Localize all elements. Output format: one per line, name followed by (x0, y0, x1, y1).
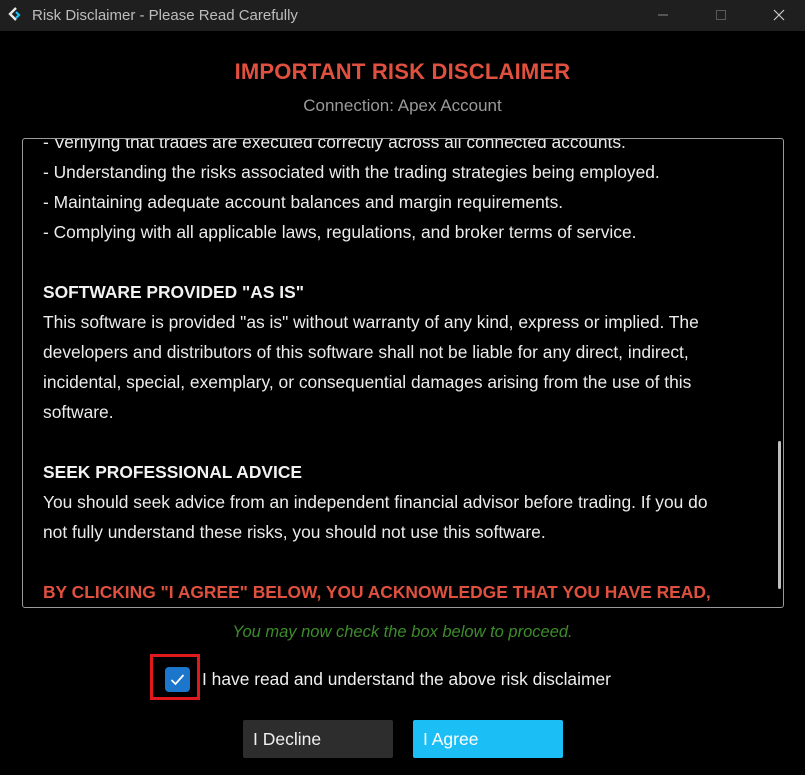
close-button[interactable] (756, 0, 802, 31)
maximize-icon (716, 10, 726, 20)
software-as-is-text: software. (43, 402, 114, 422)
agree-checkbox[interactable] (165, 667, 190, 692)
software-as-is-text: developers and distributors of this soft… (43, 342, 689, 362)
maximize-button[interactable] (698, 0, 744, 31)
disclaimer-heading: IMPORTANT RISK DISCLAIMER (234, 59, 571, 84)
agree-checkbox-label[interactable]: I have read and understand the above ris… (202, 669, 611, 690)
decline-button[interactable]: I Decline (243, 720, 393, 758)
professional-advice-heading: SEEK PROFESSIONAL ADVICE (43, 462, 302, 482)
responsibility-item: - Understanding the risks associated wit… (43, 162, 660, 182)
acknowledgement-notice: BY CLICKING "I AGREE" BELOW, YOU ACKNOWL… (43, 582, 711, 602)
title-bar: Risk Disclaimer - Please Read Carefully (0, 0, 805, 31)
disclaimer-scroll-area[interactable]: - Verifying that trades are executed cor… (22, 138, 784, 608)
software-as-is-text: This software is provided "as is" withou… (43, 312, 699, 332)
responsibility-item: - Complying with all applicable laws, re… (43, 222, 637, 242)
responsibility-item: - Maintaining adequate account balances … (43, 192, 564, 212)
minimize-icon (658, 14, 668, 16)
professional-advice-text: not fully understand these risks, you sh… (43, 522, 546, 542)
connection-label: Connection: Apex Account (303, 96, 502, 115)
responsibility-item: - Verifying that trades are executed cor… (43, 138, 626, 152)
close-icon (773, 9, 785, 21)
checkmark-icon (170, 674, 185, 686)
software-as-is-text: incidental, special, exemplary, or conse… (43, 372, 692, 392)
scrollbar-thumb[interactable] (778, 441, 781, 589)
agree-button[interactable]: I Agree (413, 720, 563, 758)
minimize-button[interactable] (640, 0, 686, 31)
window-title: Risk Disclaimer - Please Read Carefully (32, 7, 298, 24)
disclaimer-text: - Verifying that trades are executed cor… (43, 138, 763, 607)
software-as-is-heading: SOFTWARE PROVIDED "AS IS" (43, 282, 304, 302)
app-logo-icon (8, 7, 24, 23)
professional-advice-text: You should seek advice from an independe… (43, 492, 708, 512)
proceed-hint: You may now check the box below to proce… (232, 623, 573, 641)
